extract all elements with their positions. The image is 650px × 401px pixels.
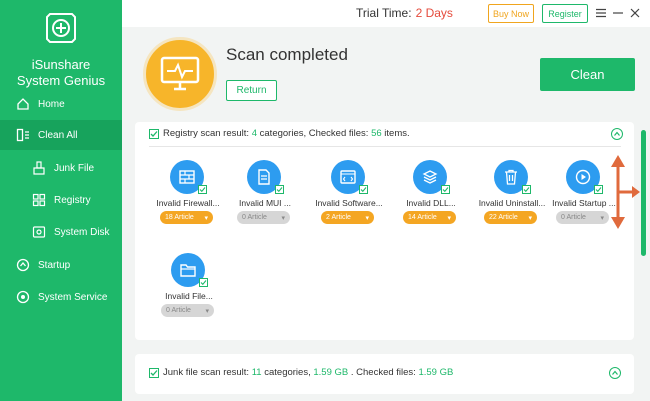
sidebar-item-startup[interactable]: Startup — [0, 250, 122, 280]
scan-status-title: Scan completed — [226, 45, 348, 64]
sidebar-item-label: Startup — [38, 259, 71, 271]
collapse-icon[interactable] — [611, 128, 623, 140]
minimize-icon[interactable] — [611, 6, 625, 20]
app-logo-icon — [42, 9, 80, 47]
item-checkbox[interactable] — [199, 278, 208, 287]
scan-monitor-icon — [143, 37, 217, 111]
scroll-drag-arrows-icon — [611, 155, 640, 229]
junk-select-checkbox[interactable] — [149, 367, 159, 378]
collapse-icon[interactable] — [609, 367, 621, 379]
sidebar-item-registry[interactable]: Registry — [0, 185, 122, 215]
trial-label: Trial Time: — [356, 6, 412, 20]
sidebar-item-label: Home — [38, 98, 65, 110]
broom-icon — [31, 160, 47, 176]
sidebar-item-clean-all[interactable]: Clean All — [0, 120, 122, 150]
trial-time: Trial Time: 2 Days — [356, 6, 453, 20]
register-button[interactable]: Register — [542, 4, 588, 23]
sidebar-item-label: System Disk — [54, 226, 110, 238]
chevron-down-icon: ▾ — [281, 214, 285, 222]
item-checkbox[interactable] — [441, 185, 450, 194]
sidebar-item-system-service[interactable]: System Service — [0, 282, 122, 312]
app-name: iSunshare System Genius — [16, 57, 106, 88]
buy-now-button[interactable]: Buy Now — [488, 4, 534, 23]
chevron-down-icon: ▾ — [204, 214, 208, 222]
disk-icon — [31, 224, 47, 240]
return-button[interactable]: Return — [226, 80, 277, 101]
item-checkbox[interactable] — [359, 185, 368, 194]
scrollbar-thumb[interactable] — [641, 130, 646, 256]
sidebar: iSunshare System Genius Home Clean All J… — [0, 0, 122, 401]
clean-all-icon — [15, 127, 31, 143]
item-label: Invalid Uninstall... — [478, 198, 546, 208]
junk-result-card: Junk file scan result: 11 categories, 1.… — [135, 354, 634, 394]
sidebar-item-home[interactable]: Home — [0, 89, 122, 119]
registry-icon — [31, 192, 47, 208]
sidebar-item-label: Clean All — [38, 129, 78, 141]
registry-result-card: Registry scan result: 4 categories, Chec… — [135, 122, 634, 340]
service-icon — [15, 289, 31, 305]
item-checkbox[interactable] — [198, 185, 207, 194]
clean-button[interactable]: Clean — [540, 58, 635, 91]
sidebar-item-label: System Service — [38, 291, 108, 303]
item-label: Invalid DLL... — [406, 198, 456, 208]
article-count-dropdown[interactable]: 14 Article ▾ — [403, 211, 456, 224]
home-icon — [15, 96, 31, 112]
item-label: Invalid Software... — [315, 198, 383, 208]
item-label: Invalid Firewall... — [156, 198, 220, 208]
junk-summary: Junk file scan result: 11 categories, 1.… — [149, 367, 453, 378]
article-count-dropdown[interactable]: 0 Article ▾ — [161, 304, 214, 317]
chevron-down-icon: ▾ — [205, 307, 209, 315]
registry-select-checkbox[interactable] — [149, 128, 159, 139]
item-checkbox[interactable] — [522, 185, 531, 194]
sidebar-item-label: Registry — [54, 194, 91, 206]
chevron-down-icon: ▾ — [365, 214, 369, 222]
sidebar-item-junk-file[interactable]: Junk File — [0, 153, 122, 183]
sidebar-item-label: Junk File — [54, 162, 95, 174]
article-count-dropdown[interactable]: 0 Article ▾ — [237, 211, 290, 224]
item-label: Invalid MUI ... — [239, 198, 291, 208]
registry-summary: Registry scan result: 4 categories, Chec… — [149, 128, 410, 139]
article-count-dropdown[interactable]: 18 Article ▾ — [160, 211, 213, 224]
item-label: Invalid File... — [165, 291, 213, 301]
article-count-dropdown[interactable]: 22 Article ▾ — [484, 211, 537, 224]
menu-icon[interactable] — [594, 6, 608, 20]
close-icon[interactable] — [628, 6, 642, 20]
chevron-down-icon: ▾ — [447, 214, 451, 222]
startup-icon — [15, 257, 31, 273]
trial-days: 2 Days — [415, 6, 453, 20]
chevron-down-icon: ▾ — [528, 214, 532, 222]
article-count-dropdown[interactable]: 2 Article ▾ — [321, 211, 374, 224]
item-checkbox[interactable] — [275, 185, 284, 194]
sidebar-item-system-disk[interactable]: System Disk — [0, 217, 122, 247]
